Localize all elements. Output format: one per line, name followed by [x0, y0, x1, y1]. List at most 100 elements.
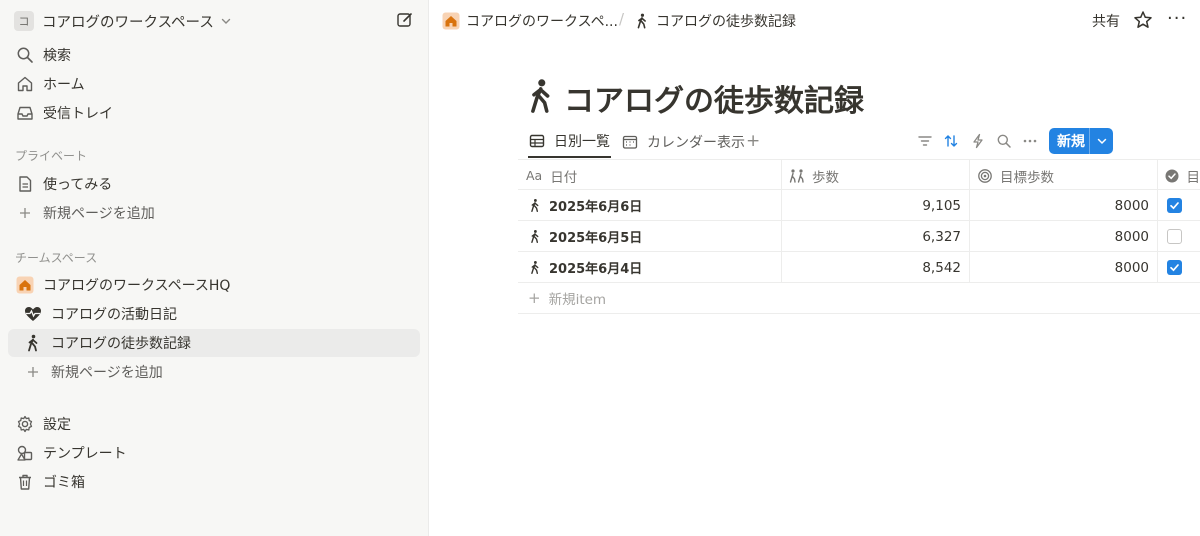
- sort-icon[interactable]: [942, 132, 960, 150]
- date-cell[interactable]: 2025年6月4日: [518, 252, 782, 283]
- table-row[interactable]: 2025年6月5日 6,327 8000: [518, 221, 1200, 252]
- sidebar-add-private-page[interactable]: 新規ページを追加: [8, 199, 420, 227]
- checkbox-icon: [1164, 167, 1181, 185]
- search-icon[interactable]: [995, 132, 1013, 150]
- sidebar-item-search[interactable]: 検索: [8, 41, 420, 69]
- plus-icon: +: [528, 289, 541, 307]
- star-icon[interactable]: [1133, 10, 1153, 30]
- target-icon: [976, 167, 994, 185]
- section-title-private: プライベート: [15, 149, 88, 163]
- date-cell[interactable]: 2025年6月6日: [518, 190, 782, 221]
- tab-calendar[interactable]: カレンダー表示: [621, 126, 745, 158]
- add-view-button[interactable]: +: [746, 131, 760, 151]
- column-label: 歩数: [812, 169, 839, 186]
- steps-cell[interactable]: 8,542: [782, 252, 970, 283]
- walking-icon: [22, 332, 44, 354]
- sidebar-item-label: コアログのワークスペースHQ: [43, 278, 231, 294]
- date-value: 2025年6月6日: [549, 200, 643, 215]
- text-property-icon: Aa: [526, 168, 543, 183]
- sidebar-item-label: ゴミ箱: [43, 475, 85, 491]
- goal-cell[interactable]: 8000: [970, 221, 1158, 252]
- column-header-steps[interactable]: 歩数: [782, 160, 970, 191]
- achieved-cell[interactable]: [1158, 190, 1200, 221]
- sidebar-item-label: 新規ページを追加: [43, 206, 155, 222]
- tab-daily-list[interactable]: 日別一覧: [528, 126, 611, 158]
- new-button-label: 新規: [1057, 134, 1085, 150]
- column-header-achieved[interactable]: 目: [1158, 160, 1200, 191]
- walking-icon: [527, 229, 543, 245]
- page-icon: [14, 173, 36, 195]
- walking-icon: [527, 260, 543, 276]
- topbar: コアログのワークスペ... / コアログの徒歩数記録 共有 ···: [429, 0, 1200, 40]
- workspace-switcher[interactable]: コ コアログのワークスペース: [8, 8, 420, 34]
- chevron-down-icon: [220, 15, 232, 27]
- heartbeat-icon: [22, 303, 44, 325]
- workspace-name: コアログのワークスペース: [42, 14, 214, 31]
- table-row[interactable]: 2025年6月4日 8,542 8000: [518, 252, 1200, 283]
- walking-icon: [527, 198, 543, 214]
- walking-icon: [632, 11, 652, 31]
- table-icon: [528, 132, 546, 150]
- more-options-button[interactable]: ···: [1167, 8, 1187, 29]
- steps-cell[interactable]: 6,327: [782, 221, 970, 252]
- goal-cell[interactable]: 8000: [970, 190, 1158, 221]
- section-title-team: チームスペース: [15, 251, 98, 265]
- gear-icon: [14, 413, 36, 435]
- column-label: 目: [1186, 169, 1200, 186]
- sidebar-item-tryout[interactable]: 使ってみる: [8, 170, 420, 198]
- breadcrumb-page[interactable]: コアログの徒歩数記録: [632, 10, 796, 32]
- home-icon: [441, 11, 461, 31]
- column-header-date[interactable]: Aa 日付: [518, 160, 782, 191]
- more-icon[interactable]: [1021, 132, 1039, 150]
- breadcrumb-workspace[interactable]: コアログのワークスペ...: [441, 10, 618, 32]
- page-title[interactable]: コアログの徒歩数記録: [564, 76, 864, 120]
- date-cell[interactable]: 2025年6月5日: [518, 221, 782, 252]
- checkbox-checked[interactable]: [1167, 260, 1182, 275]
- sidebar-item-label: 新規ページを追加: [51, 365, 163, 381]
- sidebar-item-label: コアログの徒歩数記録: [51, 336, 191, 352]
- home-icon: [14, 274, 36, 296]
- new-record-button[interactable]: 新規: [1049, 128, 1113, 154]
- template-icon: [14, 442, 36, 464]
- sidebar-item-step-log[interactable]: コアログの徒歩数記録: [8, 329, 420, 357]
- sidebar-item-activity-diary[interactable]: コアログの活動日記: [8, 300, 420, 328]
- automation-icon[interactable]: [969, 132, 987, 150]
- sidebar-item-settings[interactable]: 設定: [8, 410, 420, 438]
- plus-icon: [22, 361, 44, 383]
- home-icon: [14, 73, 36, 95]
- sidebar-item-templates[interactable]: テンプレート: [8, 439, 420, 467]
- steps-cell[interactable]: 9,105: [782, 190, 970, 221]
- workspace-avatar: コ: [14, 11, 34, 31]
- sidebar-item-workspace-hq[interactable]: コアログのワークスペースHQ: [8, 271, 420, 299]
- view-tabs-bar: 日別一覧 カレンダー表示 + 新規: [518, 126, 1200, 160]
- share-button[interactable]: 共有: [1092, 11, 1120, 31]
- column-header-goal[interactable]: 目標歩数: [970, 160, 1158, 191]
- add-new-item-row[interactable]: + 新規item: [518, 283, 1200, 314]
- sidebar-item-inbox[interactable]: 受信トレイ: [8, 99, 420, 127]
- sidebar-item-home[interactable]: ホーム: [8, 70, 420, 98]
- sidebar-item-trash[interactable]: ゴミ箱: [8, 468, 420, 496]
- sidebar-item-label: 受信トレイ: [43, 106, 113, 122]
- tab-label: カレンダー表示: [647, 135, 745, 151]
- sidebar-add-team-page[interactable]: 新規ページを追加: [8, 358, 420, 386]
- checkbox-unchecked[interactable]: [1167, 229, 1182, 244]
- new-page-compose-icon[interactable]: [396, 11, 414, 29]
- goal-cell[interactable]: 8000: [970, 252, 1158, 283]
- achieved-cell[interactable]: [1158, 221, 1200, 252]
- sidebar-item-label: テンプレート: [43, 446, 127, 462]
- checkbox-checked[interactable]: [1167, 198, 1182, 213]
- filter-icon[interactable]: [916, 132, 934, 150]
- sidebar-item-label: コアログの活動日記: [51, 307, 177, 323]
- sidebar-item-label: 設定: [43, 417, 71, 433]
- inbox-icon: [14, 102, 36, 124]
- chevron-down-icon[interactable]: [1090, 135, 1113, 147]
- date-value: 2025年6月5日: [549, 231, 643, 246]
- people-icon: [788, 167, 806, 185]
- trash-icon: [14, 471, 36, 493]
- walking-icon[interactable]: [524, 78, 556, 114]
- table-row[interactable]: 2025年6月6日 9,105 8000: [518, 190, 1200, 221]
- achieved-cell[interactable]: [1158, 252, 1200, 283]
- sidebar-item-label: ホーム: [43, 77, 85, 93]
- calendar-icon: [621, 133, 639, 151]
- plus-icon: [14, 202, 36, 224]
